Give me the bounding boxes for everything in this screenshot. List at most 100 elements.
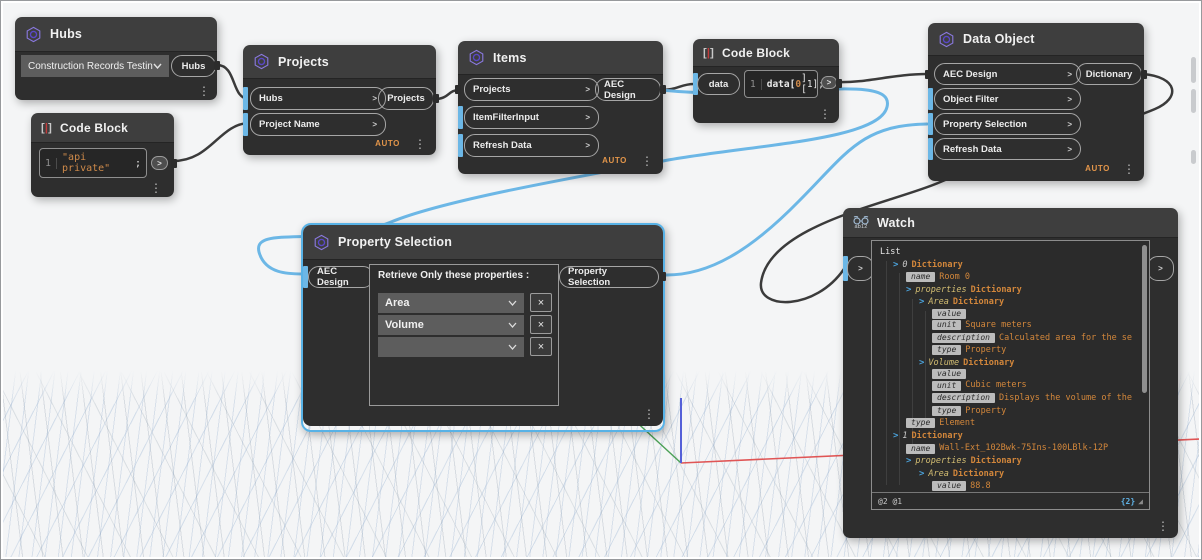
more-options-icon[interactable]: ⋮ — [643, 408, 655, 420]
node-projects-header[interactable]: Projects — [243, 45, 436, 79]
more-options-icon[interactable]: ⋮ — [1123, 163, 1135, 175]
watch-tree-row: name Wall-Ext_102Bwk-75Ins-100LBlk-12P — [878, 442, 1137, 455]
node-title: Code Block — [722, 45, 791, 60]
output-port-projects[interactable]: Projects — [378, 87, 434, 110]
hubs-dropdown[interactable]: Construction Records Testing — [21, 55, 169, 77]
remove-property-button-1[interactable]: × — [530, 293, 552, 312]
node-data-object-header[interactable]: Data Object — [928, 23, 1144, 56]
watch-tree-row: value — [878, 308, 1137, 319]
expand-chevron-icon[interactable]: > — [919, 296, 924, 309]
input-port-hubs[interactable]: Hubs > — [250, 87, 386, 110]
wire-codeblock1-to-projects[interactable] — [171, 121, 251, 163]
dynamo-canvas[interactable]: Hubs Construction Records Testing Hubs ⋮… — [3, 3, 1199, 557]
more-options-icon[interactable]: ⋮ — [198, 85, 210, 97]
node-watch[interactable]: ab12 Watch > > List >0 Dictionary name Room … — [843, 208, 1178, 538]
output-connector[interactable] — [660, 85, 666, 94]
input-port-object-filter[interactable]: Object Filter > — [934, 88, 1081, 110]
package-icon — [313, 234, 330, 251]
watch-tree-row: description Calculated area for the se — [878, 332, 1137, 345]
input-port-refresh-data[interactable]: Refresh Data > — [934, 138, 1081, 160]
node-items-header[interactable]: Items — [458, 41, 663, 75]
node-hubs[interactable]: Hubs Construction Records Testing Hubs ⋮ — [15, 17, 220, 100]
expand-chevron-icon[interactable]: > — [906, 284, 911, 297]
output-connector[interactable] — [660, 272, 666, 281]
property-dropdown-2[interactable]: Volume — [378, 315, 524, 335]
panel-label: Retrieve Only these properties : — [378, 270, 530, 281]
output-connector[interactable] — [214, 61, 220, 70]
hubs-dropdown-value: Construction Records Testing — [28, 60, 153, 72]
node-code-block-1-header[interactable]: [|] Code Block — [31, 113, 174, 143]
default-value-marker — [458, 134, 463, 157]
input-port-property-selection[interactable]: Property Selection > — [934, 113, 1081, 135]
more-options-icon[interactable]: ⋮ — [1157, 520, 1169, 532]
node-property-selection[interactable]: Property Selection AEC Design Retrieve O… — [301, 223, 666, 432]
output-connector[interactable] — [1141, 70, 1147, 79]
output-port-property-selection[interactable]: Property Selection — [559, 266, 659, 288]
expand-chevron-icon[interactable]: > — [893, 259, 898, 272]
node-property-selection-header[interactable]: Property Selection — [303, 225, 663, 260]
output-connector[interactable] — [433, 94, 439, 103]
default-value-marker — [243, 113, 248, 136]
node-hubs-header[interactable]: Hubs — [15, 17, 217, 52]
watch-input-port[interactable]: > — [847, 256, 874, 281]
property-dropdown-3[interactable] — [378, 337, 524, 357]
input-port-aec-design[interactable]: AEC Design — [308, 266, 374, 288]
watch-tree-row: List — [880, 247, 901, 257]
input-connector[interactable] — [455, 85, 461, 94]
node-items[interactable]: Items Projects > ItemFilterInput > Refresh… — [455, 41, 666, 174]
more-options-icon[interactable]: ⋮ — [150, 182, 162, 194]
property-selection-panel: Retrieve Only these properties : Area × … — [369, 264, 559, 406]
node-data-object[interactable]: Data Object AEC Design > Object Filter > P… — [925, 23, 1147, 181]
canvas-scrollbar-segment[interactable] — [1191, 150, 1196, 164]
property-dropdown-1[interactable]: Area — [378, 293, 524, 313]
canvas-scrollbar-segment[interactable] — [1191, 57, 1196, 83]
remove-property-button-2[interactable]: × — [530, 315, 552, 334]
code-editor[interactable]: 1 "api private"; — [39, 148, 147, 178]
node-projects[interactable]: Projects Hubs > Project Name > Projects AU… — [243, 45, 439, 155]
code-editor[interactable]: 1 data[0][1]; — [744, 70, 824, 98]
more-options-icon[interactable]: ⋮ — [414, 138, 426, 150]
output-port-dictionary[interactable]: Dictionary — [1076, 63, 1142, 85]
watch-tree-panel[interactable]: List >0 Dictionary name Room 0 > properties Dic… — [871, 240, 1150, 510]
canvas-scrollbar-segment[interactable] — [1191, 89, 1196, 113]
output-port-codeblock1[interactable]: > — [151, 156, 168, 170]
key-chip: description — [932, 332, 995, 343]
key-chip: type — [906, 418, 936, 429]
more-options-icon[interactable]: ⋮ — [641, 155, 653, 167]
resize-handle-icon[interactable]: ◢ — [1138, 497, 1143, 506]
expand-chevron-icon[interactable]: > — [919, 468, 924, 481]
input-port-itemfilterinput[interactable]: ItemFilterInput > — [464, 106, 599, 129]
input-port-aec-design[interactable]: AEC Design > — [934, 63, 1081, 85]
output-port-codeblock2[interactable]: > — [821, 76, 837, 89]
output-port-hubs[interactable]: Hubs — [171, 55, 216, 77]
node-code-block-2-header[interactable]: [|] Code Block — [693, 39, 839, 67]
watch-tree-row: unit Cubic meters — [878, 379, 1137, 392]
key-chip: value — [932, 369, 967, 380]
more-options-icon[interactable]: ⋮ — [819, 108, 831, 120]
input-connector[interactable] — [925, 70, 931, 79]
node-watch-header[interactable]: ab12 Watch — [843, 208, 1178, 238]
node-code-block-2[interactable]: [|] Code Block data 1 data[0][1]; > ⋮ — [693, 39, 842, 123]
wire-codeblock2-to-dataobject[interactable] — [835, 72, 929, 84]
chevron-down-icon — [508, 319, 517, 331]
key-chip: name — [906, 272, 936, 283]
watch-output-port[interactable]: > — [1147, 256, 1174, 281]
node-title: Watch — [877, 215, 916, 230]
node-code-block-1[interactable]: [|] Code Block 1 "api private"; > ⋮ — [31, 113, 177, 197]
output-connector[interactable] — [171, 159, 177, 168]
output-port-aec-design[interactable]: AEC Design — [595, 78, 661, 101]
app-window: Hubs Construction Records Testing Hubs ⋮… — [0, 0, 1202, 560]
input-port-data[interactable]: data — [697, 73, 740, 95]
input-port-projects[interactable]: Projects > — [464, 78, 599, 101]
default-value-marker — [928, 88, 933, 110]
remove-property-button-3[interactable]: × — [530, 337, 552, 356]
expand-chevron-icon[interactable]: > — [919, 357, 924, 370]
output-connector[interactable] — [836, 79, 842, 88]
expand-chevron-icon[interactable]: > — [893, 430, 898, 443]
watch-scrollbar[interactable] — [1142, 245, 1147, 393]
expand-chevron-icon[interactable]: > — [906, 455, 911, 468]
watch-tree-row: >0 Dictionary — [893, 259, 963, 272]
input-port-refresh-data[interactable]: Refresh Data > — [464, 134, 599, 157]
input-port-project-name[interactable]: Project Name > — [250, 113, 386, 136]
watch-tree-row: >1 Dictionary — [893, 430, 963, 443]
